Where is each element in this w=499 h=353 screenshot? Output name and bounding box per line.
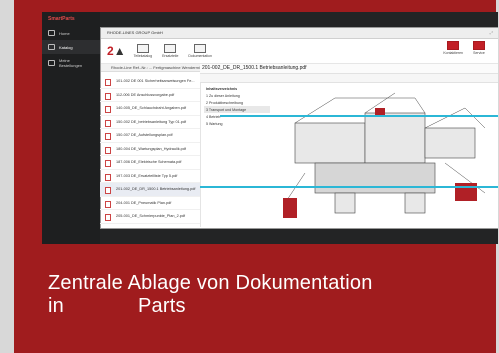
sidebar: SmartParts Home Katalog Meine Bestellung… [42, 12, 100, 244]
sidebar-item-orders[interactable]: Meine Bestellungen [42, 54, 100, 72]
outline-item[interactable]: 2 Produktbeschreibung [204, 99, 270, 106]
app-screenshot: SmartParts Home Katalog Meine Bestellung… [42, 12, 498, 244]
outline-item-selected[interactable]: 3 Transport und Montage [204, 106, 270, 113]
caption-line-1: Zentrale Ablage von Dokumentation [48, 272, 373, 294]
list-item[interactable]: 187-006 DE_Elektrische Schemata.pdf [100, 156, 200, 170]
caption-line-2: in Parts [48, 295, 185, 318]
list-item[interactable]: 101-002 DE 001 Sicherheitsanweisungen Fe… [100, 75, 200, 89]
document-viewer-title: 201-002_DE_DR_1500.1 Betriebsanleitung.p… [200, 64, 498, 74]
list-item[interactable]: 197-003 DE_Ersatzteilliste Typ 5.pdf [100, 170, 200, 183]
sidebar-item-label: Katalog [59, 44, 73, 50]
sidebar-brand: SmartParts [48, 16, 75, 22]
outline-item[interactable]: 1 Zu dieser Anleitung [204, 92, 270, 99]
outline-item[interactable]: 5 Wartung [204, 120, 270, 127]
sidebar-item-label: Home [59, 30, 70, 36]
sidebar-item-label: Meine Bestellungen [58, 58, 83, 68]
machine-drawing [275, 83, 497, 227]
list-item[interactable]: 205-001_DE_Schmierpunkte_Plan_2.pdf [100, 210, 200, 224]
glitch-stripe [220, 115, 498, 117]
orders-icon [48, 60, 55, 66]
list-item[interactable]: 112-006 DE Anschlussvorgabe.pdf [100, 89, 200, 102]
viewer-toolbar[interactable] [200, 74, 498, 83]
sidebar-item-home[interactable]: Home [42, 26, 100, 40]
list-item[interactable]: 180-004 DE_Wartungsplan_Hydraulik.pdf [100, 143, 200, 156]
catalog-icon [48, 44, 55, 50]
glitch-stripe [200, 186, 498, 188]
home-icon [48, 30, 55, 36]
list-item[interactable]: 204-001 DE_Pneumatik Plan.pdf [100, 197, 200, 210]
list-item[interactable]: 150-007 DE_Aufstellungsplan.pdf [100, 129, 200, 143]
outline-heading: Inhaltsverzeichnis [206, 86, 238, 91]
list-item[interactable]: 150-002 DE_betriebsanleitung Typ 01.pdf [100, 116, 200, 129]
sidebar-item-katalog[interactable]: Katalog [42, 40, 100, 54]
document-list: 101-002 DE 001 Sicherheitsanweisungen Fe… [100, 75, 201, 227]
list-item-selected[interactable]: 201-002_DE_DR_1500.1 Betriebsanleitung.p… [100, 183, 200, 197]
caption-word: in [48, 295, 64, 317]
list-item[interactable]: 140-005_DE_Schlauchdraht Angaben.pdf [100, 102, 200, 116]
document-outline: Inhaltsverzeichnis 1 Zu dieser Anleitung… [204, 85, 270, 195]
caption-word: Parts [138, 295, 186, 317]
